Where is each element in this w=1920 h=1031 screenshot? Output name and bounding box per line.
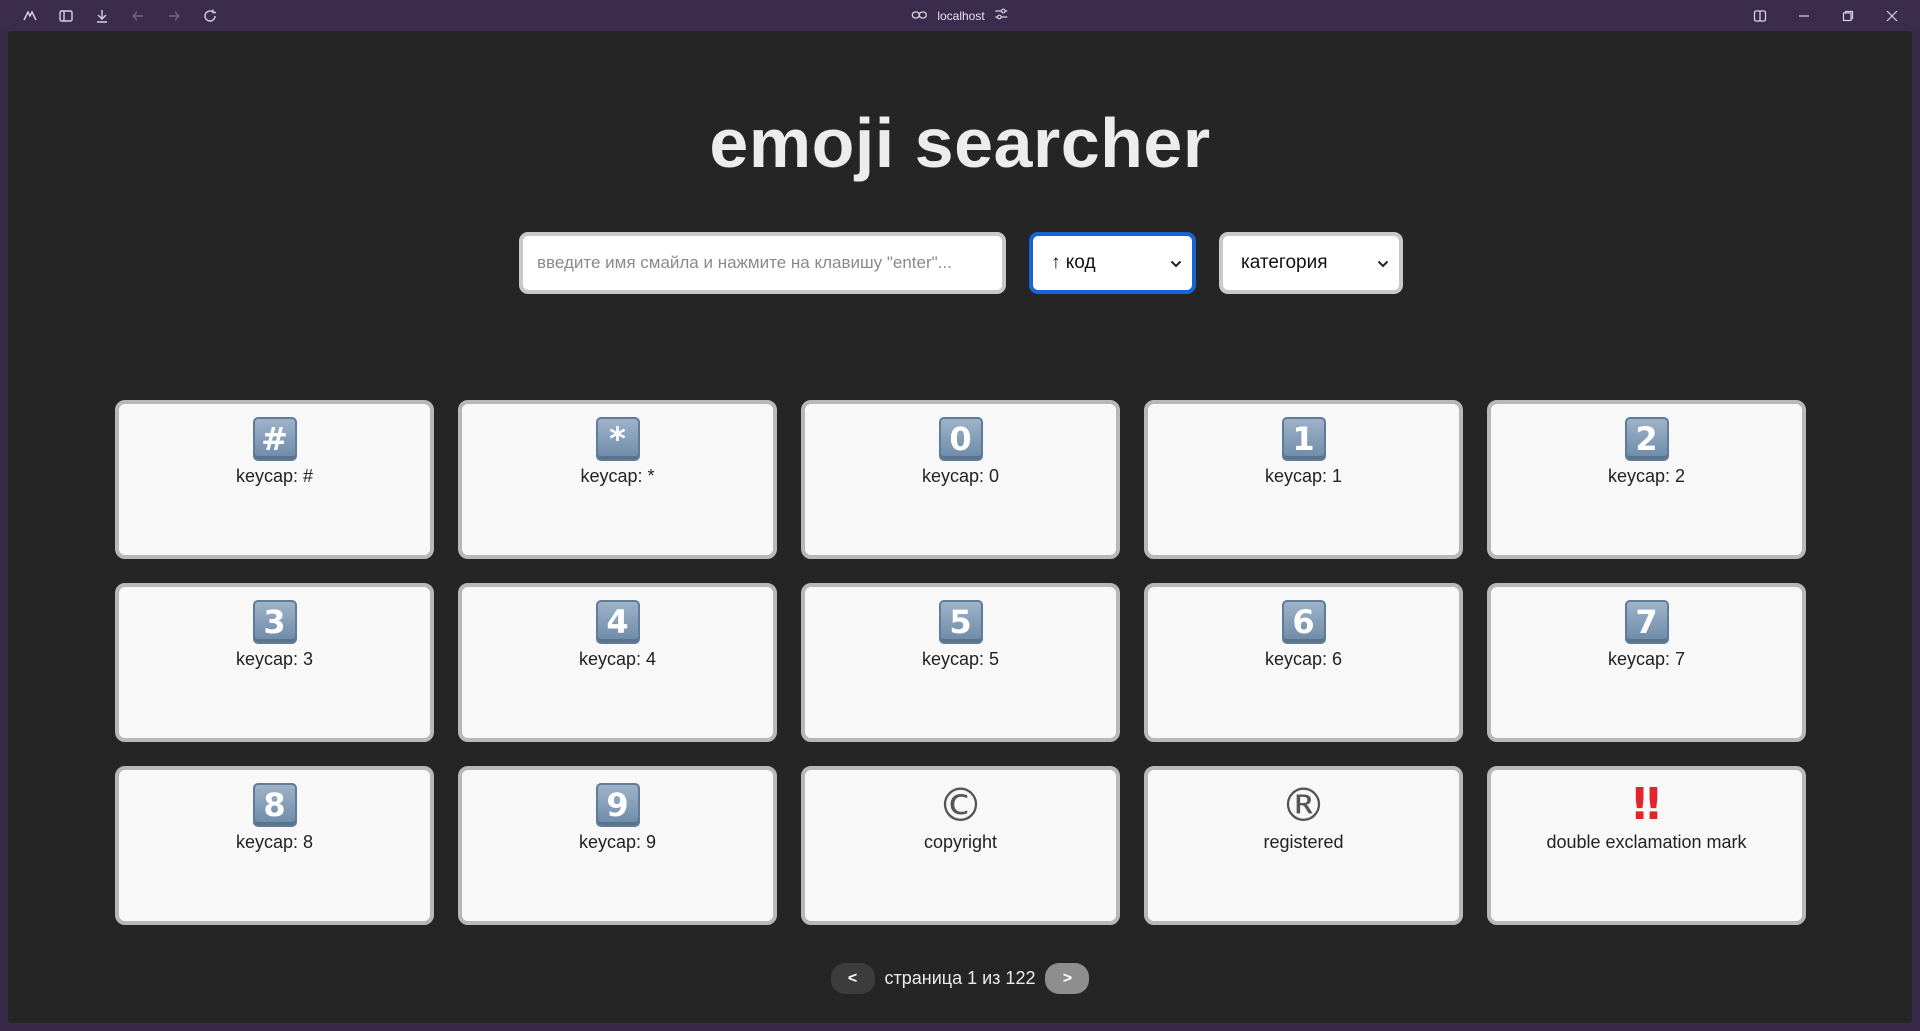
- emoji-glyph: 0: [938, 416, 983, 462]
- emoji-name: keycap: 4: [578, 649, 657, 669]
- sort-select[interactable]: ↑ код: [1029, 232, 1196, 294]
- keycap-icon: #: [252, 417, 297, 461]
- emoji-name: keycap: 2: [1607, 466, 1686, 486]
- emoji-glyph: 5: [938, 599, 983, 645]
- emoji-card[interactable]: * keycap: *: [458, 400, 777, 559]
- emoji-name: keycap: 1: [1264, 466, 1343, 486]
- link-icon: [911, 9, 927, 23]
- download-icon[interactable]: [84, 0, 120, 31]
- workspaces-icon[interactable]: [12, 0, 48, 31]
- page-viewport: emoji searcher ↑ код категория # keycap: …: [8, 31, 1912, 1023]
- back-icon[interactable]: [120, 0, 156, 31]
- emoji-name: double exclamation mark: [1546, 832, 1747, 852]
- emoji-grid: # keycap: # * keycap: * 0 keycap: 0 1 keycap: 1…: [115, 400, 1806, 925]
- emoji-card[interactable]: 6 keycap: 6: [1144, 583, 1463, 742]
- emoji-name: keycap: 3: [235, 649, 314, 669]
- emoji-card[interactable]: 4 keycap: 4: [458, 583, 777, 742]
- reload-icon[interactable]: [192, 0, 228, 31]
- emoji-name: keycap: 0: [921, 466, 1000, 486]
- emoji-name: keycap: 9: [578, 832, 657, 852]
- symbol-icon: ‼: [1632, 779, 1661, 830]
- keycap-icon: 5: [938, 600, 983, 644]
- sidebar-icon[interactable]: [48, 0, 84, 31]
- category-select-value: категория: [1241, 252, 1328, 273]
- keycap-icon: 9: [595, 783, 640, 827]
- emoji-name: registered: [1263, 832, 1344, 852]
- next-page-button[interactable]: >: [1045, 963, 1090, 994]
- keycap-icon: 3: [252, 600, 297, 644]
- emoji-name: keycap: 8: [235, 832, 314, 852]
- prev-page-button[interactable]: <: [830, 963, 875, 994]
- emoji-glyph: 3: [252, 599, 297, 645]
- emoji-card[interactable]: 0 keycap: 0: [801, 400, 1120, 559]
- split-view-icon[interactable]: [1738, 0, 1782, 31]
- page-title: emoji searcher: [709, 104, 1211, 182]
- emoji-card[interactable]: © copyright: [801, 766, 1120, 925]
- keycap-icon: 2: [1624, 417, 1669, 461]
- pagination: < страница 1 из 122 >: [8, 963, 1912, 994]
- keycap-icon: 4: [595, 600, 640, 644]
- emoji-card[interactable]: 1 keycap: 1: [1144, 400, 1463, 559]
- emoji-glyph: ‼: [1633, 782, 1661, 828]
- emoji-name: keycap: #: [235, 466, 314, 486]
- emoji-glyph: 9: [595, 782, 640, 828]
- keycap-icon: 8: [252, 783, 297, 827]
- emoji-glyph: *: [595, 416, 640, 462]
- emoji-glyph: ©: [938, 782, 984, 828]
- emoji-glyph: ®: [1281, 782, 1327, 828]
- symbol-icon: ©: [937, 778, 984, 832]
- emoji-glyph: 6: [1281, 599, 1326, 645]
- emoji-name: keycap: 6: [1264, 649, 1343, 669]
- emoji-name: keycap: 5: [921, 649, 1000, 669]
- keycap-icon: 1: [1281, 417, 1326, 461]
- restore-icon[interactable]: [1826, 0, 1870, 31]
- emoji-card[interactable]: 3 keycap: 3: [115, 583, 434, 742]
- emoji-card[interactable]: # keycap: #: [115, 400, 434, 559]
- emoji-card[interactable]: ® registered: [1144, 766, 1463, 925]
- emoji-glyph: 8: [252, 782, 297, 828]
- keycap-icon: 6: [1281, 600, 1326, 644]
- forward-icon[interactable]: [156, 0, 192, 31]
- site-settings-icon[interactable]: [995, 8, 1009, 23]
- emoji-card[interactable]: ‼ double exclamation mark: [1487, 766, 1806, 925]
- chevron-down-icon: [1170, 255, 1182, 271]
- emoji-card[interactable]: 9 keycap: 9: [458, 766, 777, 925]
- search-input[interactable]: [519, 232, 1006, 294]
- browser-toolbar: localhost: [0, 0, 1920, 31]
- page-status: страница 1 из 122: [884, 968, 1036, 988]
- keycap-icon: 0: [938, 417, 983, 461]
- sort-select-value: ↑ код: [1051, 252, 1096, 273]
- emoji-card[interactable]: 8 keycap: 8: [115, 766, 434, 925]
- minimize-icon[interactable]: [1782, 0, 1826, 31]
- chevron-down-icon: [1377, 255, 1389, 271]
- emoji-glyph: 7: [1624, 599, 1669, 645]
- emoji-glyph: 2: [1624, 416, 1669, 462]
- emoji-name: keycap: 7: [1607, 649, 1686, 669]
- keycap-icon: *: [595, 417, 640, 461]
- emoji-name: copyright: [923, 832, 998, 852]
- address-text[interactable]: localhost: [937, 9, 984, 23]
- keycap-icon: 7: [1624, 600, 1669, 644]
- category-select[interactable]: категория: [1219, 232, 1403, 294]
- address-bar[interactable]: localhost: [911, 0, 1008, 31]
- emoji-glyph: #: [252, 416, 297, 462]
- emoji-card[interactable]: 7 keycap: 7: [1487, 583, 1806, 742]
- emoji-card[interactable]: 2 keycap: 2: [1487, 400, 1806, 559]
- emoji-glyph: 4: [595, 599, 640, 645]
- emoji-name: keycap: *: [580, 466, 655, 486]
- close-icon[interactable]: [1870, 0, 1914, 31]
- emoji-card[interactable]: 5 keycap: 5: [801, 583, 1120, 742]
- search-controls: ↑ код категория: [8, 232, 1912, 294]
- symbol-icon: ®: [1280, 778, 1327, 832]
- emoji-glyph: 1: [1281, 416, 1326, 462]
